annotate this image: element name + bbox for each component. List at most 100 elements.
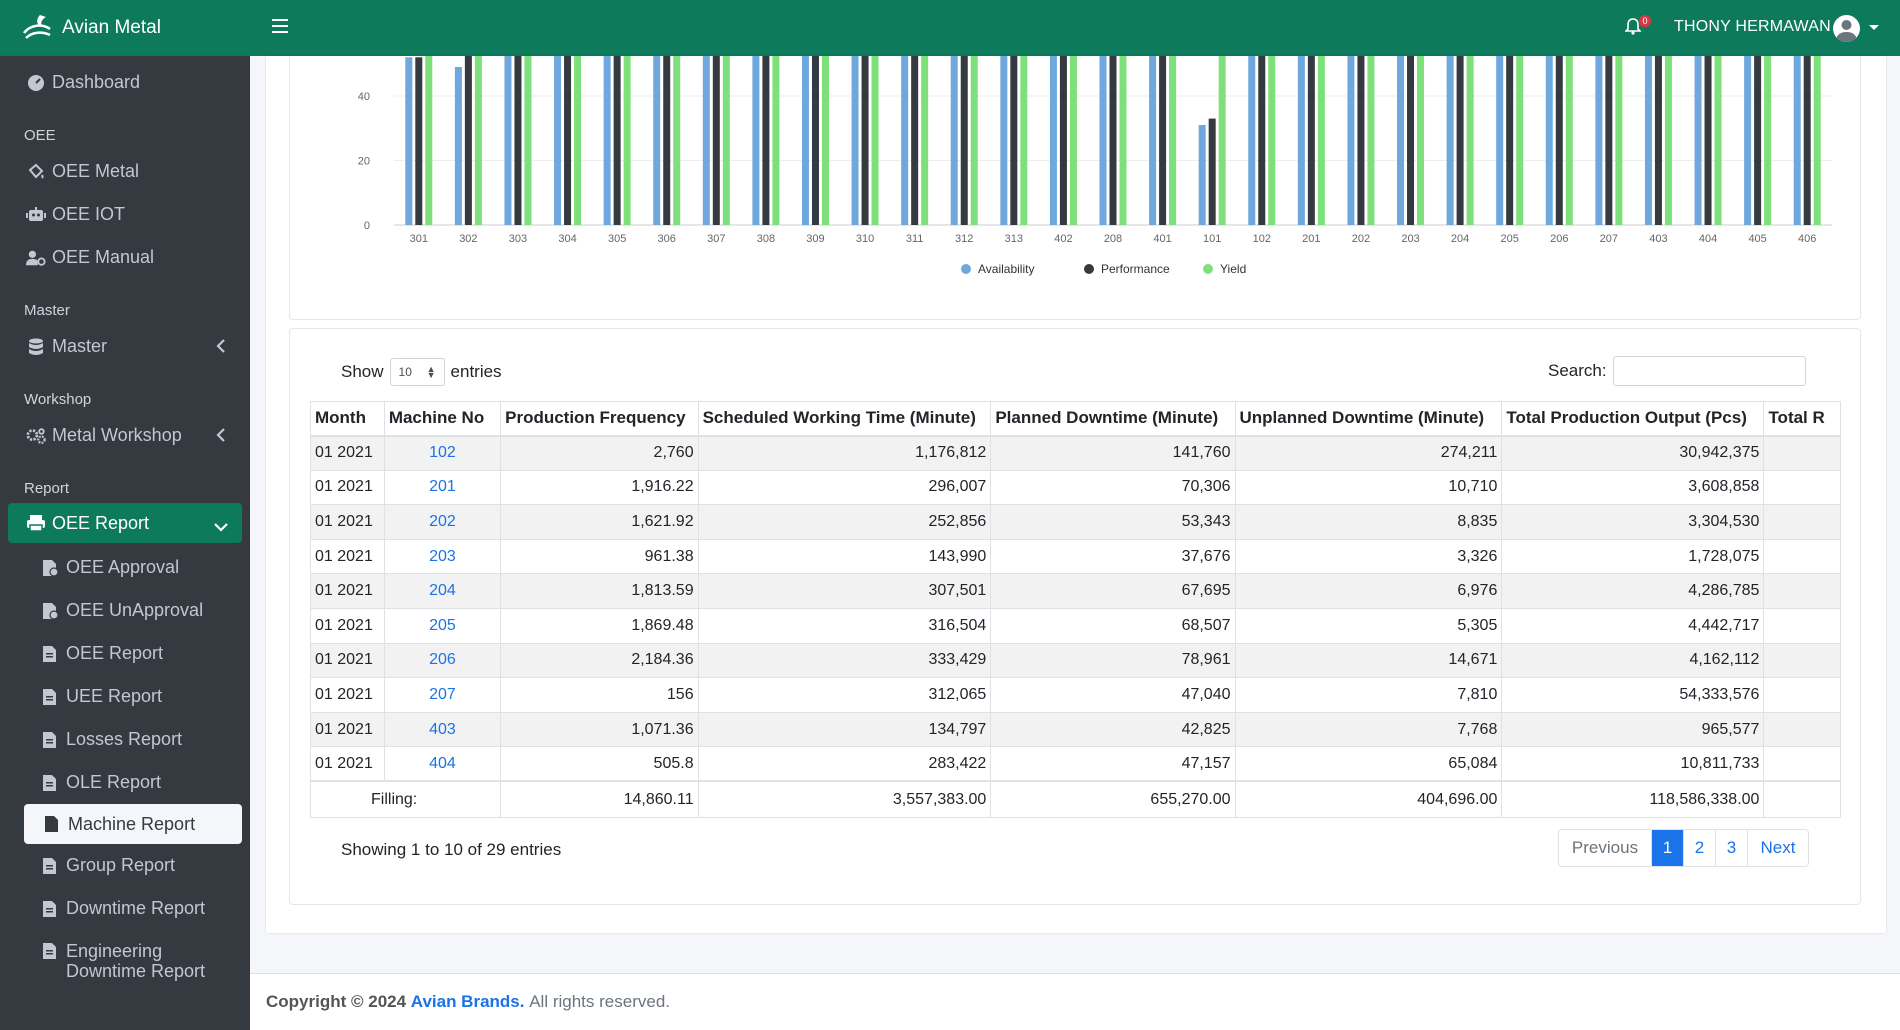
entries-length-select[interactable]: 10 ▲ ▼ [389,358,445,386]
sidebar-subitem-engineering-downtime-report[interactable]: Engineering Downtime Report [0,930,250,990]
bar-yield-202[interactable] [1367,56,1375,225]
bar-performance-401[interactable] [1159,56,1167,225]
bar-availability-301[interactable] [405,57,413,225]
bar-performance-206[interactable] [1555,56,1563,225]
bar-availability-201[interactable] [1297,56,1305,225]
bar-yield-205[interactable] [1516,56,1524,225]
bar-availability-206[interactable] [1545,56,1553,225]
bar-yield-306[interactable] [673,56,681,225]
bar-performance-405[interactable] [1754,56,1762,225]
bar-yield-201[interactable] [1317,56,1325,225]
bar-yield-301[interactable] [425,56,433,225]
bar-availability-203[interactable] [1397,56,1405,225]
pagination-page-2[interactable]: 2 [1684,830,1716,866]
sidebar-subitem-downtime-report[interactable]: Downtime Report [0,887,250,930]
chevron-down-icon[interactable] [1869,25,1879,30]
bar-yield-302[interactable] [474,56,482,225]
bar-availability-313[interactable] [1000,56,1008,225]
bar-performance-403[interactable] [1654,56,1662,225]
bar-availability-406[interactable] [1793,56,1801,225]
bar-availability-308[interactable] [752,56,760,225]
sidebar-subitem-ole-report[interactable]: OLE Report [0,761,250,804]
sidebar-subitem-oee-approval[interactable]: OEE Approval [0,546,250,589]
bar-performance-102[interactable] [1258,56,1266,225]
bar-yield-311[interactable] [921,56,929,225]
bar-yield-406[interactable] [1813,56,1821,225]
bar-availability-204[interactable] [1446,56,1454,225]
legend-label[interactable]: Availability [978,262,1034,276]
bar-availability-302[interactable] [454,66,462,225]
bar-yield-313[interactable] [1020,56,1028,225]
bar-yield-208[interactable] [1119,56,1127,225]
column-header[interactable]: Production Frequency [500,401,699,437]
bar-availability-402[interactable] [1049,56,1057,225]
bar-performance-310[interactable] [861,56,869,225]
machine-no-link[interactable]: 204 [383,573,502,609]
bar-performance-313[interactable] [1010,56,1018,225]
hamburger-menu-icon[interactable] [272,19,288,33]
legend-label[interactable]: Performance [1101,262,1170,276]
bar-yield-204[interactable] [1466,56,1474,225]
bar-availability-303[interactable] [504,56,512,225]
footer-brand-link[interactable]: Avian Brands. [411,992,525,1012]
bar-availability-307[interactable] [702,56,710,225]
machine-no-link[interactable]: 205 [383,607,502,644]
machine-no-link[interactable]: 203 [383,538,502,575]
bar-performance-402[interactable] [1059,56,1067,225]
machine-no-link[interactable]: 207 [383,677,502,713]
machine-no-link[interactable]: 102 [383,435,502,471]
bar-performance-305[interactable] [613,56,621,225]
legend-label[interactable]: Yield [1220,262,1246,276]
bar-yield-206[interactable] [1565,56,1573,225]
bar-availability-311[interactable] [901,56,909,225]
sidebar-item-oee-metal[interactable]: OEE Metal [0,150,250,193]
column-header[interactable]: Machine No [383,401,502,437]
bar-availability-310[interactable] [851,56,859,225]
bar-performance-202[interactable] [1357,56,1365,225]
bar-yield-303[interactable] [524,56,532,225]
brand[interactable]: Avian Metal [0,0,250,56]
sidebar-item-dashboard[interactable]: Dashboard [0,61,250,104]
bar-availability-403[interactable] [1644,56,1652,225]
bar-performance-309[interactable] [811,56,819,225]
bar-performance-203[interactable] [1407,56,1415,225]
bar-yield-307[interactable] [722,56,730,225]
sidebar-item-oee-manual[interactable]: OEE Manual [0,236,250,279]
bar-yield-403[interactable] [1664,56,1672,225]
sidebar-item-oee-report[interactable]: OEE Report [8,503,242,543]
bar-yield-305[interactable] [623,56,631,225]
column-header[interactable]: Month [310,401,385,437]
bar-performance-302[interactable] [464,56,472,225]
bar-performance-208[interactable] [1109,56,1117,225]
bar-performance-312[interactable] [960,56,968,225]
bar-availability-305[interactable] [603,56,611,225]
bar-performance-404[interactable] [1704,56,1712,225]
sidebar-item-metal-workshop[interactable]: Metal Workshop [0,414,250,457]
bar-yield-308[interactable] [772,56,780,225]
bar-availability-102[interactable] [1248,56,1256,225]
bar-performance-201[interactable] [1307,56,1315,225]
bar-yield-401[interactable] [1169,56,1177,225]
machine-no-link[interactable]: 206 [383,642,502,679]
bar-performance-207[interactable] [1605,56,1613,225]
sidebar-item-master[interactable]: Master [0,325,250,368]
bar-availability-405[interactable] [1744,56,1752,225]
bar-performance-204[interactable] [1456,56,1464,225]
bar-performance-101[interactable] [1208,118,1216,225]
bar-yield-102[interactable] [1268,56,1276,225]
bar-availability-306[interactable] [653,56,661,225]
bar-yield-402[interactable] [1069,56,1077,225]
sidebar-item-oee-iot[interactable]: OEE IOT [0,193,250,236]
pagination-page-3[interactable]: 3 [1716,830,1748,866]
bar-yield-404[interactable] [1714,56,1722,225]
column-header[interactable]: Planned Downtime (Minute) [990,401,1236,437]
bar-performance-205[interactable] [1506,56,1514,225]
machine-no-link[interactable]: 202 [383,504,502,540]
bar-availability-309[interactable] [801,56,809,225]
sidebar-subitem-uee-report[interactable]: UEE Report [0,675,250,718]
bar-performance-311[interactable] [911,56,919,225]
machine-no-link[interactable]: 404 [383,746,502,782]
pagination-page-1[interactable]: 1 [1652,830,1684,866]
bar-performance-301[interactable] [415,57,423,225]
column-header[interactable]: Unplanned Downtime (Minute) [1234,401,1503,437]
